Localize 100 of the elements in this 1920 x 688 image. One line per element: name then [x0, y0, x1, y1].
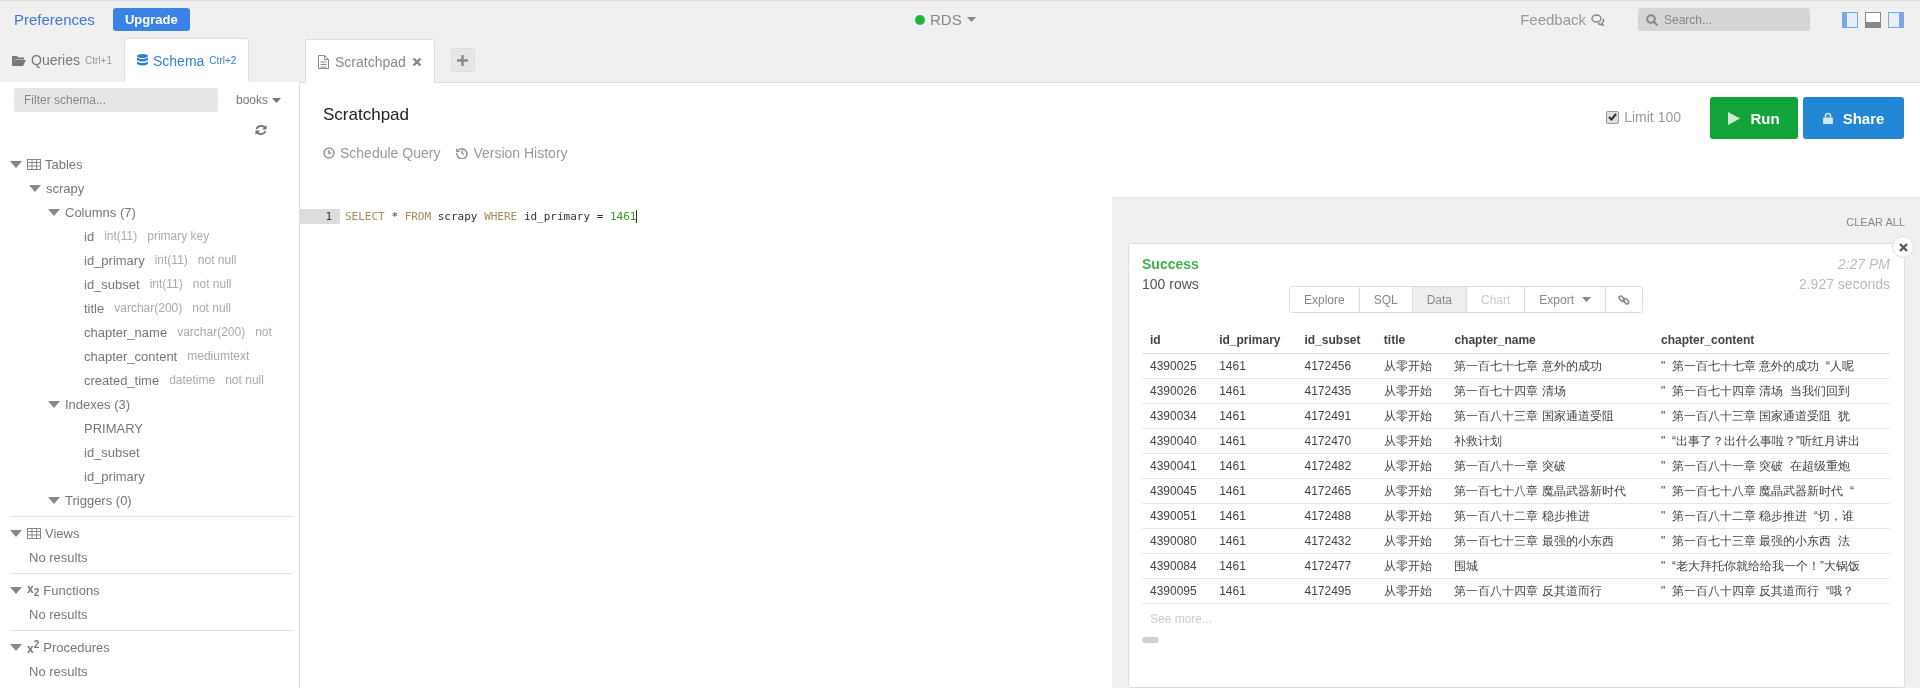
- search-icon: [1646, 14, 1658, 26]
- caret-icon: [272, 97, 281, 103]
- connection-dropdown[interactable]: RDS: [915, 11, 976, 28]
- tree-toggle[interactable]: [10, 641, 22, 653]
- preferences-link[interactable]: Preferences: [14, 11, 95, 28]
- toolbar-link[interactable]: Version History: [456, 145, 568, 161]
- column-header: title: [1375, 327, 1447, 354]
- caret-down-icon: [48, 494, 60, 506]
- clear-all-link[interactable]: CLEAR ALL: [1846, 216, 1905, 228]
- column-type: int(11): [149, 277, 183, 291]
- column-name[interactable]: title: [84, 300, 105, 316]
- add-tab-button[interactable]: [450, 48, 475, 72]
- left-panel-icon: [1842, 11, 1858, 28]
- caret-down-icon: [10, 641, 22, 653]
- table-cell: " 第一百七十七章 意外的成功 “人呢: [1653, 353, 1890, 379]
- tree-item[interactable]: Triggers (0): [65, 492, 132, 508]
- sidebar-tab[interactable]: Schema Ctrl+2: [124, 38, 250, 82]
- column-name[interactable]: id_primary: [84, 252, 145, 268]
- sidebar-tab[interactable]: Queries Ctrl+1: [0, 38, 124, 82]
- tree-item[interactable]: Tables: [45, 156, 83, 172]
- database-dropdown[interactable]: books: [231, 93, 285, 107]
- scrollbar-thumb[interactable]: [1142, 637, 1159, 643]
- table-cell: 4172456: [1296, 353, 1376, 379]
- column-name[interactable]: id_subset: [84, 276, 140, 292]
- index-name[interactable]: PRIMARY: [84, 420, 143, 436]
- column-name[interactable]: chapter_name: [84, 324, 168, 340]
- tree-toggle[interactable]: [10, 527, 22, 539]
- tree-item[interactable]: Procedures: [43, 639, 110, 655]
- editor-tab[interactable]: Scratchpad: [305, 39, 435, 83]
- table-cell: 从零开始: [1375, 428, 1447, 454]
- table-cell: 4390041: [1142, 453, 1212, 479]
- table-cell: 1461: [1211, 478, 1297, 504]
- table-cell: 1461: [1211, 503, 1297, 529]
- table-cell: " “出事了？出什么事啦？”听红月讲出: [1653, 428, 1890, 454]
- table-icon: [27, 158, 41, 170]
- panel-toggle[interactable]: [1842, 11, 1858, 28]
- table-cell: 4172491: [1296, 403, 1376, 429]
- index-name[interactable]: id_primary: [84, 468, 145, 484]
- view-tab[interactable]: Explore: [1288, 286, 1360, 313]
- link-icon: [1618, 293, 1631, 306]
- view-tab[interactable]: SQL: [1359, 286, 1413, 313]
- column-constraint: not null: [192, 301, 231, 315]
- tree-item[interactable]: scrapy: [46, 180, 85, 196]
- tree-toggle[interactable]: [10, 584, 22, 596]
- limit-checkbox[interactable]: Limit 100: [1606, 109, 1681, 125]
- column-name[interactable]: created_time: [84, 372, 160, 388]
- table-cell: " 第一百七十四章 清场 当我们回到: [1653, 378, 1890, 404]
- close-button[interactable]: [1892, 236, 1914, 258]
- toolbar-link[interactable]: Schedule Query: [323, 145, 441, 161]
- table-cell: 第一百七十八章 魔晶武器新时代: [1446, 478, 1653, 504]
- view-tab[interactable]: Data: [1412, 286, 1467, 313]
- status-text: Success: [1142, 256, 1199, 272]
- table-cell: 4172432: [1296, 528, 1376, 554]
- tree-toggle[interactable]: [48, 494, 60, 506]
- column-constraint: not null: [225, 373, 264, 387]
- table-cell: 1461: [1211, 428, 1297, 454]
- view-tab[interactable]: Export: [1525, 286, 1607, 313]
- empty-text: No results: [29, 663, 88, 679]
- index-name[interactable]: id_subset: [84, 444, 140, 460]
- panel-toggle[interactable]: [1865, 11, 1881, 28]
- tree-item[interactable]: Indexes (3): [65, 396, 131, 412]
- table-cell: 第一百七十七章 意外的成功: [1446, 353, 1653, 379]
- code-editor[interactable]: 1 SELECT * FROM scrapy WHERE id_primary = 1461: [300, 197, 1112, 688]
- table-cell: 4390095: [1142, 578, 1212, 604]
- panel-toggle[interactable]: [1888, 11, 1904, 28]
- tree-item[interactable]: Functions: [43, 582, 100, 598]
- share-button[interactable]: Share: [1803, 97, 1904, 139]
- upgrade-button[interactable]: Upgrade: [112, 8, 190, 31]
- table-cell: 4390051: [1142, 503, 1212, 529]
- table-cell: 1461: [1211, 453, 1297, 479]
- tree-toggle[interactable]: [29, 182, 41, 194]
- table-cell: 4390080: [1142, 528, 1212, 554]
- search-field[interactable]: Search...: [1638, 8, 1810, 31]
- empty-text: No results: [29, 606, 88, 622]
- table-icon: [27, 527, 41, 539]
- column-constraint: not: [255, 325, 272, 339]
- lock-icon: [1822, 112, 1833, 124]
- tree-item[interactable]: Views: [45, 525, 80, 541]
- column-constraint: primary key: [147, 229, 210, 243]
- result-duration: 2.927 seconds: [1798, 276, 1890, 292]
- column-type: varchar(200): [114, 301, 183, 315]
- tree-toggle[interactable]: [48, 206, 60, 218]
- check-icon: [1608, 113, 1618, 121]
- column-constraint: not null: [192, 277, 232, 291]
- tree-toggle[interactable]: [48, 398, 60, 410]
- database-icon: [137, 54, 148, 67]
- table-cell: 从零开始: [1375, 553, 1447, 579]
- table-cell: 第一百八十一章 突破: [1446, 453, 1653, 479]
- checkbox[interactable]: [1606, 110, 1620, 124]
- run-button[interactable]: Run: [1710, 97, 1798, 139]
- column-name[interactable]: chapter_content: [84, 348, 178, 364]
- table-cell: 4172488: [1296, 503, 1376, 529]
- close-icon: [1898, 242, 1908, 252]
- tree-item[interactable]: Columns (7): [65, 204, 136, 220]
- column-name[interactable]: id: [84, 228, 95, 244]
- feedback-link[interactable]: Feedback: [1520, 11, 1605, 28]
- filter-field[interactable]: Filter schema...: [14, 88, 218, 112]
- link-button[interactable]: [1606, 286, 1644, 313]
- play-icon: [1728, 111, 1741, 125]
- tree-toggle[interactable]: [10, 158, 22, 170]
